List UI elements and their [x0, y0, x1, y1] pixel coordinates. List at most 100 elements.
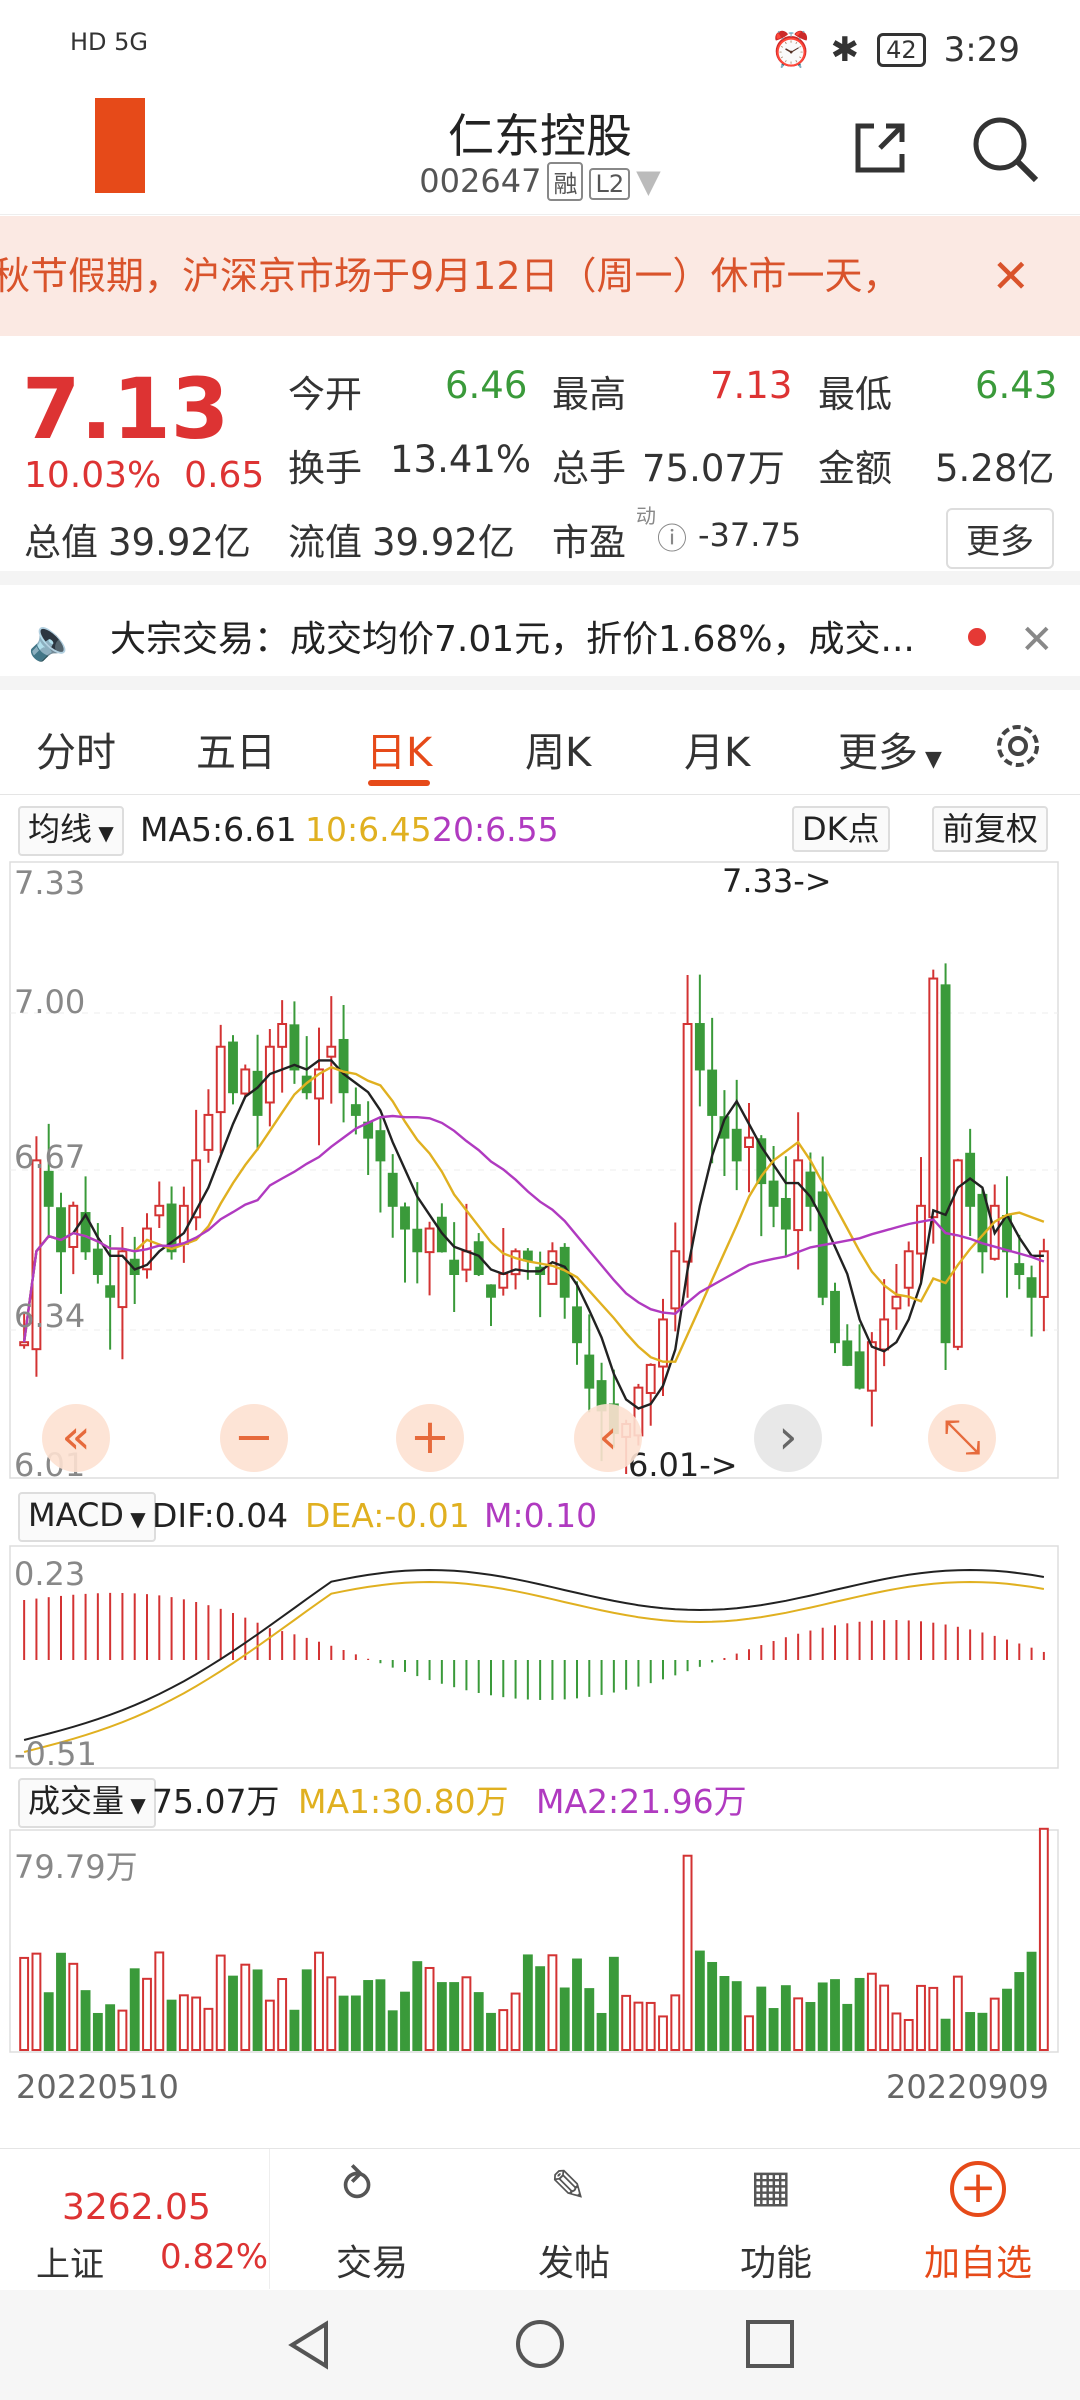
system-nav-bar [0, 2290, 1080, 2400]
candle-body [793, 1159, 804, 1232]
dea-line [23, 1580, 1045, 1753]
volume-bar [1014, 1972, 1025, 2051]
next-icon[interactable]: › [754, 1404, 822, 1472]
volume-bar [68, 1962, 79, 2052]
low-marker: 6.01-> [628, 1446, 738, 1484]
volume-bar [129, 1968, 140, 2051]
chart-panel-frame [9, 1545, 1059, 1769]
price-axis-3: 6.67 [14, 1138, 86, 1176]
candle-body [928, 977, 939, 1219]
scroll-left-icon[interactable]: « [42, 1404, 110, 1472]
edit-icon: ✎ [550, 2161, 587, 2212]
add-watchlist-button[interactable]: + 加自选 [878, 2149, 1078, 2289]
function-button[interactable]: ▦ 功能 [676, 2149, 876, 2289]
stock-chart[interactable] [0, 0, 1080, 2150]
volume-value: 75.07万 [152, 1782, 280, 1821]
volume-bar [854, 1977, 865, 2052]
candle-body [572, 1306, 582, 1344]
volume-bar [731, 1981, 742, 2052]
volume-bar [436, 1982, 447, 2051]
volume-bar [928, 1986, 939, 2051]
macd-panel [23, 1568, 1045, 1753]
volume-bar [449, 1982, 460, 2052]
volume-bar [670, 1994, 681, 2051]
candle-body [645, 1363, 656, 1394]
volume-bar [977, 2012, 988, 2052]
high-marker: 7.33-> [722, 862, 832, 900]
candle-body [105, 1285, 116, 1298]
volume-bar [240, 1963, 251, 2051]
volume-bar [117, 2009, 128, 2051]
fullscreen-icon[interactable]: ⤡ [928, 1404, 996, 1472]
volume-bar [633, 2001, 644, 2052]
back-icon[interactable] [282, 2318, 336, 2372]
volume-bar [1026, 1951, 1037, 2052]
volume-bar [756, 1986, 767, 2051]
volume-bar [338, 1995, 349, 2051]
volume-bar [166, 1999, 177, 2052]
volume-bar [142, 1977, 152, 2052]
candle-body [240, 1068, 251, 1095]
volume-bar [400, 1991, 410, 2051]
volume-bar [510, 1992, 521, 2051]
candle-body [854, 1351, 865, 1389]
volume-bar [1002, 1988, 1012, 2052]
prev-icon[interactable]: ‹ [574, 1404, 642, 1472]
volume-bar [719, 1976, 730, 2052]
volume-bar [387, 2010, 398, 2051]
candle-body [461, 1250, 472, 1271]
candle-body [19, 1341, 30, 1347]
home-icon[interactable] [512, 2316, 568, 2372]
zoom-in-button[interactable]: + [396, 1404, 464, 1472]
candle-body [694, 1023, 705, 1071]
index-pct: 0.82% [160, 2237, 269, 2277]
volume-bar [264, 1999, 275, 2051]
candle-body [670, 1250, 681, 1310]
volume-bar [473, 1992, 484, 2052]
volume-bar [559, 1987, 570, 2051]
volume-selector[interactable]: 成交量 ▼ [18, 1778, 156, 1828]
zoom-out-button[interactable]: − [220, 1404, 288, 1472]
candle-body [903, 1250, 914, 1289]
candle-body [780, 1197, 791, 1230]
volume-bar [154, 1951, 165, 2051]
recents-icon[interactable] [744, 2318, 796, 2370]
candle-body [277, 1023, 288, 1048]
volume-bar [350, 1995, 361, 2052]
volume-bar [572, 1958, 582, 2051]
volume-bar [203, 2007, 214, 2051]
ma-line [22, 1059, 1044, 1410]
post-button[interactable]: ✎ 发帖 [474, 2149, 674, 2289]
m-value: M:0.10 [484, 1496, 598, 1535]
candle-body [879, 1318, 890, 1351]
volume-bar [842, 2003, 853, 2052]
volume-bar [780, 1985, 791, 2052]
volume-bar [768, 2008, 779, 2052]
volume-bar [178, 1994, 189, 2051]
volume-bar [916, 1984, 926, 2051]
indicator-selector[interactable]: MACD ▼ [18, 1492, 156, 1542]
volume-bar [19, 1956, 30, 2052]
candle-body [522, 1250, 533, 1262]
volume-bar [326, 1976, 337, 2051]
candle-body [424, 1227, 435, 1254]
volume-bar [744, 2015, 754, 2052]
volume-bar [694, 1950, 705, 2052]
volume-bar [486, 2012, 496, 2052]
volume-bar [682, 1854, 693, 2051]
index-widget[interactable]: 3262.05 上证 0.82% [0, 2149, 270, 2289]
volume-bar [252, 1969, 263, 2051]
volume-bar [80, 1990, 91, 2052]
candle-body [387, 1172, 398, 1207]
volume-bar [830, 1979, 840, 2051]
volume-bar [891, 2012, 902, 2051]
trade-icon: ⥁ [342, 2161, 373, 2212]
volume-bar [547, 1954, 558, 2051]
volume-bar [879, 1984, 890, 2051]
candle-body [486, 1284, 496, 1298]
volume-bar [793, 1997, 804, 2051]
vol-ma1-value: MA1:30.80万 [298, 1782, 509, 1821]
volume-bar [584, 1988, 595, 2051]
trade-button[interactable]: ⥁ 交易 [272, 2149, 472, 2289]
volume-bar [903, 2018, 914, 2051]
